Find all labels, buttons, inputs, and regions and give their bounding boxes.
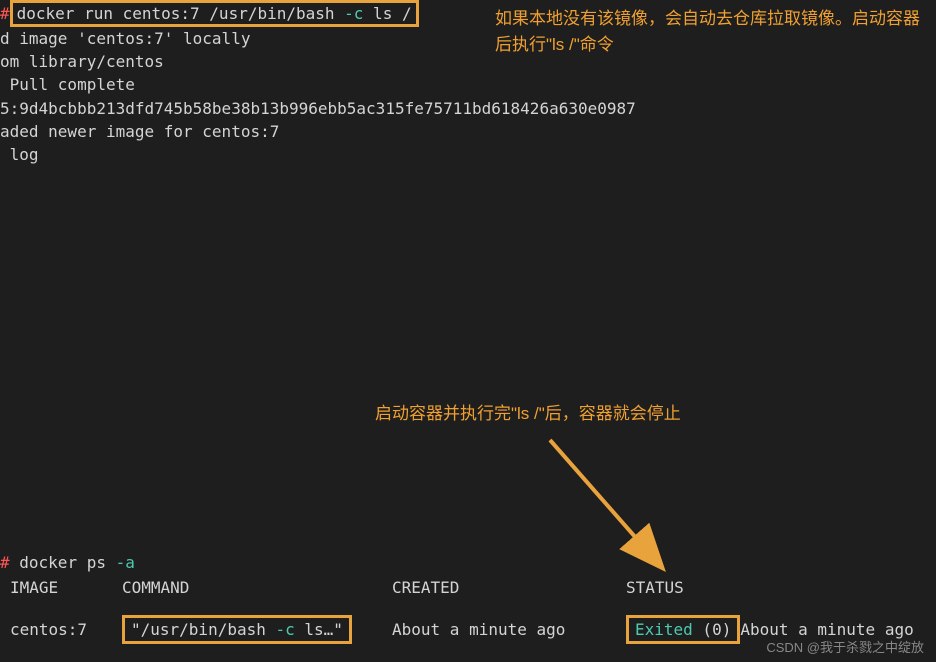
- ps-table-header: IMAGE COMMAND CREATED STATUS: [0, 578, 936, 597]
- header-created: CREATED: [392, 578, 626, 597]
- cell-command: "/usr/bin/bash -c ls…": [122, 615, 392, 644]
- header-status: STATUS: [626, 578, 926, 597]
- prompt-symbol: #: [0, 553, 10, 572]
- cmd-text2: ls /: [363, 4, 411, 23]
- output-line: log: [0, 143, 936, 166]
- cmd-flag: -c: [344, 4, 363, 23]
- cell-image: centos:7: [10, 620, 122, 639]
- watermark-text: CSDN @我于杀戮之中绽放: [766, 637, 924, 656]
- command-highlight: "/usr/bin/bash -c ls…": [122, 615, 352, 644]
- header-command: COMMAND: [122, 578, 392, 597]
- output-line: 5:9d4bcbbb213dfd745b58be38b13b996ebb5ac3…: [0, 97, 936, 120]
- annotation-text-2: 启动容器并执行完"ls /"后，容器就会停止: [375, 401, 875, 427]
- status-exited: Exited: [635, 620, 693, 639]
- cmd-part: ls…": [295, 620, 343, 639]
- output-line: aded newer image for centos:7: [0, 120, 936, 143]
- status-highlight: Exited (0): [626, 615, 740, 644]
- annotation-text-1: 如果本地没有该镜像，会自动去仓库拉取镜像。启动容器后执行"ls /"命令: [495, 6, 925, 57]
- terminal-window[interactable]: # docker run centos:7 /usr/bin/bash -c l…: [0, 0, 936, 662]
- command-line-2: # docker ps -a: [0, 553, 936, 572]
- cell-created: About a minute ago: [392, 620, 626, 639]
- prompt-symbol: #: [0, 4, 10, 23]
- cmd-part: "/usr/bin/bash: [131, 620, 276, 639]
- cmd-flag: -c: [276, 620, 295, 639]
- cmd-flag: -a: [116, 553, 135, 572]
- status-code: (0): [693, 620, 732, 639]
- cmd-text: docker ps: [10, 553, 116, 572]
- docker-run-command-highlight: docker run centos:7 /usr/bin/bash -c ls …: [10, 0, 419, 27]
- header-image: IMAGE: [10, 578, 122, 597]
- docker-ps-section: # docker ps -a IMAGE COMMAND CREATED STA…: [0, 553, 936, 644]
- output-line: Pull complete: [0, 73, 936, 96]
- cmd-text: docker run centos:7 /usr/bin/bash: [17, 4, 345, 23]
